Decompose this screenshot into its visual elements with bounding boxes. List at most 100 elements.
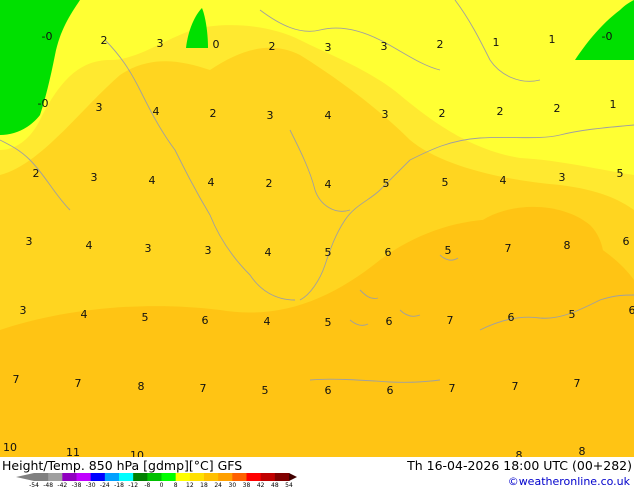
grid-value: 6	[387, 384, 394, 397]
grid-value: 10	[3, 441, 17, 454]
grid-value: 7	[447, 314, 454, 327]
grid-value: 2	[101, 34, 108, 47]
grid-value: 4	[86, 239, 93, 252]
grid-value: 3	[91, 171, 98, 184]
colorbar-swatch	[104, 473, 120, 481]
colorbar-swatch	[232, 473, 247, 481]
grid-value: 4	[81, 308, 88, 321]
grid-value: 5	[617, 167, 624, 180]
colorbar-swatch	[90, 473, 106, 481]
grid-value: 5	[325, 246, 332, 259]
grid-value: 7	[75, 377, 82, 390]
grid-value: -0	[38, 97, 49, 110]
grid-value: 2	[266, 177, 273, 190]
colorbar-swatch	[62, 473, 77, 481]
colorbar-tick-label: -24	[99, 482, 110, 489]
grid-value: 6	[385, 246, 392, 259]
colorbar-tick-label: -48	[43, 482, 54, 489]
grid-value: 4	[325, 109, 332, 122]
grid-value: 6	[386, 315, 393, 328]
colorbar-swatch	[119, 473, 134, 481]
grid-value: 8	[138, 380, 145, 393]
colorbar-swatch	[133, 473, 148, 481]
grid-value: 8	[564, 239, 571, 252]
colorbar-swatch	[189, 473, 205, 481]
colorbar-tick-label: -18	[114, 482, 124, 489]
grid-value: 4	[149, 174, 156, 187]
colorbar-tick-label: 48	[271, 482, 279, 489]
colorbar-swatch	[175, 473, 191, 481]
colorbar-swatch	[260, 473, 276, 481]
colorbar-tick-label: -42	[57, 482, 68, 489]
colorbar-swatch	[204, 473, 219, 481]
grid-value: 7	[512, 380, 519, 393]
colorbar-tick-label: -54	[29, 482, 39, 489]
grid-value: 7	[200, 382, 207, 395]
colorbar-tick-label: 0	[159, 482, 164, 489]
grid-value: 4	[153, 105, 160, 118]
grid-value: 6	[325, 384, 332, 397]
grid-value: 4	[264, 315, 271, 328]
grid-value: 6	[508, 311, 515, 324]
footer-bar: Height/Temp. 850 hPa [gdmp][°C] GFS Th 1…	[0, 457, 634, 490]
map-title: Height/Temp. 850 hPa [gdmp][°C] GFS	[2, 458, 243, 473]
grid-value: 6	[202, 314, 209, 327]
grid-value: 7	[13, 373, 20, 386]
grid-value: 1	[610, 98, 617, 111]
colorbar-swatch	[76, 473, 92, 481]
colorbar-tick-label: 30	[228, 482, 237, 489]
colorbar-tick-label: 18	[200, 482, 208, 489]
grid-value: 2	[439, 107, 446, 120]
credit-link[interactable]: ©weatheronline.co.uk	[508, 475, 630, 488]
grid-value: 5	[142, 311, 149, 324]
colorbar-swatch	[147, 473, 162, 481]
grid-value: 7	[574, 377, 581, 390]
grid-value: 3	[267, 109, 274, 122]
grid-value: 2	[554, 102, 561, 115]
grid-value: 5	[383, 177, 390, 190]
colorbar-swatch	[34, 473, 49, 481]
colorbar-tick-label: 24	[214, 482, 222, 489]
grid-value: 4	[500, 174, 507, 187]
grid-value: 3	[382, 108, 389, 121]
grid-value: 2	[497, 105, 504, 118]
grid-value: -0	[602, 30, 613, 43]
colorbar-labels: -54 -48 -42 -38 -30 -24 -18 -12 -8 0 8 12 18 24 30 38 42…	[0, 482, 300, 490]
colorbar-tick-label: -12	[128, 482, 139, 489]
grid-value: 5	[325, 316, 332, 329]
grid-value: 5	[569, 308, 576, 321]
colorbar-tick-label: -8	[144, 482, 151, 489]
colorbar-high-arrow	[289, 473, 297, 481]
weather-map: -0 2 3 0 2 3 3 2 1 1 -0-0 3 4 2 3 4 3 2 2 2 12 3 4 4 2 4 5 5 4 3 53 4 3 3…	[0, 0, 634, 457]
valid-time: Th 16-04-2026 18:00 UTC (00+282)	[407, 458, 632, 473]
grid-value: 10	[130, 449, 144, 457]
grid-value: 5	[262, 384, 269, 397]
grid-value: 5	[445, 244, 452, 257]
colorbar-low-arrow	[16, 473, 34, 481]
grid-value: 3	[20, 304, 27, 317]
colorbar-tick-label: 38	[242, 482, 251, 489]
grid-value: 3	[157, 37, 164, 50]
colorbar-swatch	[246, 473, 262, 481]
grid-value: 3	[325, 41, 332, 54]
grid-value: 7	[505, 242, 512, 255]
grid-value: 6	[629, 304, 634, 317]
colorbar-tick-label: 54	[285, 482, 293, 489]
colorbar-tick-label: -30	[85, 482, 96, 489]
grid-value: 4	[208, 176, 215, 189]
grid-value: 2	[210, 107, 217, 120]
colorbar-swatch	[48, 473, 63, 481]
colorbar-tick-label: 42	[256, 482, 265, 489]
grid-value: -0	[42, 30, 53, 43]
colorbar-tick-label: 12	[186, 482, 194, 489]
grid-value: 3	[559, 171, 566, 184]
grid-value: 3	[26, 235, 33, 248]
grid-value: 1	[549, 33, 556, 46]
grid-value: 3	[96, 101, 103, 114]
colorbar-swatch	[161, 473, 177, 481]
colorbar	[16, 473, 297, 481]
grid-value: 2	[437, 38, 444, 51]
grid-value: 2	[33, 167, 40, 180]
colorbar-swatch	[218, 473, 233, 481]
grid-value: 5	[442, 176, 449, 189]
